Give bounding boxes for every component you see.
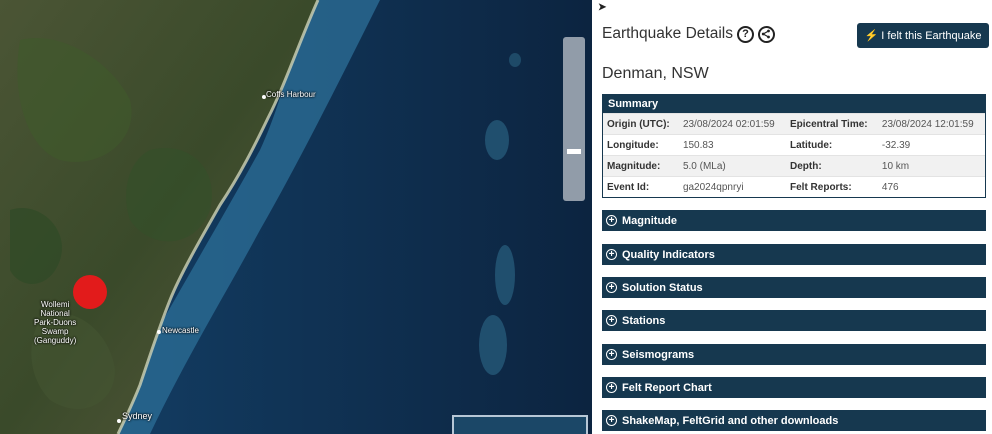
sydney-label: Sydney [122,411,153,421]
expand-plus-icon: + [606,315,617,326]
summary-key: Event Id: [603,176,679,197]
overview-minimap[interactable] [452,415,588,434]
summary-key: Epicentral Time: [786,113,878,135]
expand-plus-icon: + [606,215,617,226]
earthquake-details-panel: ➤ Earthquake Details ? ⚡ I felt this Ear… [592,0,992,434]
expand-panel-icon[interactable]: ➤ [598,2,606,13]
table-row: Event Id: ga2024qpnryi Felt Reports: 476 [603,176,985,197]
summary-value: 150.83 [678,134,786,156]
table-row: Origin (UTC): 23/08/2024 02:01:59 Epicen… [603,113,985,135]
section-label: Seismograms [622,348,695,361]
summary-value: ga2024qpnryi [678,176,786,197]
app-root: Coffs Harbour Newcastle Sydney Wollemi N… [0,0,992,434]
newcastle-label: Newcastle [162,326,199,335]
summary-heading: Summary [603,95,985,113]
expand-plus-icon: + [606,282,617,293]
zoom-slider-handle[interactable] [567,149,581,154]
summary-key: Latitude: [786,134,878,156]
section-solution-status[interactable]: + Solution Status [602,277,986,298]
section-felt-report-chart[interactable]: + Felt Report Chart [602,377,986,398]
summary-value: -32.39 [877,134,985,156]
summary-key: Origin (UTC): [603,113,679,135]
park-label-line: National [40,309,70,318]
newcastle-dot [157,330,161,334]
help-icon[interactable]: ? [736,25,754,43]
sydney-dot [117,419,121,423]
location-name: Denman, NSW [602,65,709,82]
section-label: Felt Report Chart [622,381,712,394]
summary-value: 23/08/2024 02:01:59 [678,113,786,135]
park-label-line: Park-Duons [34,318,77,327]
share-icon[interactable] [757,25,775,43]
felt-earthquake-button[interactable]: ⚡ I felt this Earthquake [857,23,989,48]
map-view[interactable]: Coffs Harbour Newcastle Sydney Wollemi N… [0,0,592,434]
expand-plus-icon: + [606,382,617,393]
section-stations[interactable]: + Stations [602,310,986,331]
expand-plus-icon: + [606,349,617,360]
coffs-harbour-label: Coffs Harbour [266,90,316,99]
expand-plus-icon: + [606,415,617,426]
zoom-slider[interactable] [563,37,585,201]
section-label: ShakeMap, FeltGrid and other downloads [622,414,839,427]
park-label-line: (Ganguddy) [34,336,77,345]
section-label: Quality Indicators [622,248,715,261]
summary-key: Longitude: [603,134,679,156]
panel-title-row: Earthquake Details ? [602,25,775,43]
felt-earthquake-label: I felt this Earthquake [881,29,982,42]
section-label: Stations [622,314,666,327]
summary-key: Depth: [786,155,878,177]
section-label: Solution Status [622,281,703,294]
park-label: Wollemi National Park-Duons Swamp (Gangu… [34,300,76,345]
summary-table: Summary Origin (UTC): 23/08/2024 02:01:5… [602,94,986,198]
panel-title: Earthquake Details [602,25,733,42]
summary-value: 476 [877,176,985,197]
earthquake-marker[interactable] [73,275,107,309]
summary-value: 5.0 (MLa) [678,155,786,177]
park-label-line: Swamp [41,327,69,336]
summary-value: 10 km [877,155,985,177]
section-label: Magnitude [622,214,677,227]
park-label-line: Wollemi [40,300,70,309]
section-magnitude[interactable]: + Magnitude [602,210,986,231]
section-shakemap-downloads[interactable]: + ShakeMap, FeltGrid and other downloads [602,410,986,431]
lightning-icon: ⚡ [864,30,879,42]
table-row: Magnitude: 5.0 (MLa) Depth: 10 km [603,155,985,177]
summary-key: Felt Reports: [786,176,878,197]
map-imagery [0,0,592,434]
summary-key: Magnitude: [603,155,679,177]
summary-value: 23/08/2024 12:01:59 [877,113,985,135]
section-quality-indicators[interactable]: + Quality Indicators [602,244,986,265]
expand-plus-icon: + [606,249,617,260]
table-row: Longitude: 150.83 Latitude: -32.39 [603,134,985,156]
section-seismograms[interactable]: + Seismograms [602,344,986,365]
